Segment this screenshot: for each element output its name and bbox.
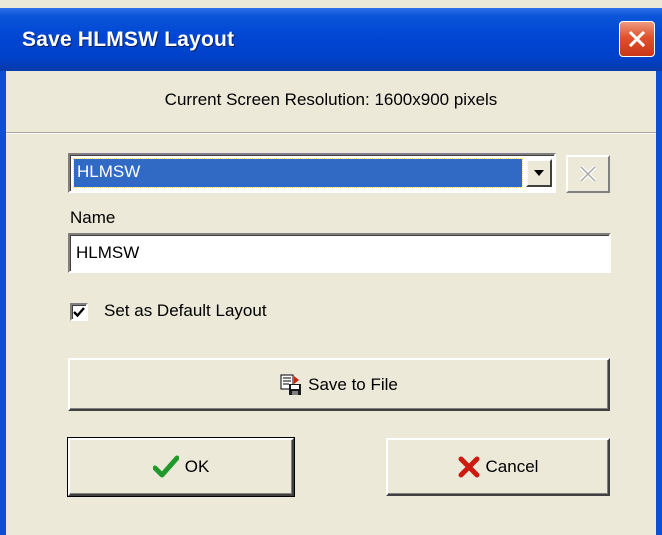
delete-icon — [579, 165, 597, 183]
name-input[interactable] — [68, 233, 611, 273]
default-layout-label[interactable]: Set as Default Layout — [104, 301, 267, 321]
red-x-icon — [458, 456, 480, 478]
ok-button[interactable]: OK — [67, 437, 295, 497]
save-to-file-label: Save to File — [308, 374, 398, 394]
name-label: Name — [70, 208, 116, 227]
layout-select-selection: HLMSW — [73, 158, 523, 188]
window-right-border — [656, 71, 662, 535]
window-left-border — [0, 71, 6, 535]
layout-select[interactable]: HLMSW — [68, 153, 556, 193]
layout-select-value: HLMSW — [77, 162, 141, 181]
checkmark-icon — [73, 307, 85, 318]
top-separator — [6, 132, 656, 134]
title-bar[interactable]: Save HLMSW Layout — [0, 8, 662, 71]
close-button[interactable] — [619, 21, 655, 57]
window-title: Save HLMSW Layout — [22, 28, 235, 51]
cancel-label: Cancel — [485, 457, 539, 476]
layout-select-dropdown-button[interactable] — [526, 159, 552, 187]
save-to-file-button[interactable]: Save to File — [68, 358, 610, 411]
green-check-icon — [152, 455, 179, 478]
delete-layout-button[interactable] — [566, 155, 610, 193]
chevron-down-icon — [534, 170, 544, 176]
save-layout-dialog: Save HLMSW Layout Current Screen Resolut… — [0, 0, 662, 535]
save-file-icon — [280, 374, 302, 395]
screen-resolution-label: Current Screen Resolution: 1600x900 pixe… — [164, 90, 498, 109]
cancel-button[interactable]: Cancel — [386, 438, 610, 496]
default-layout-checkbox[interactable] — [70, 303, 88, 321]
close-icon — [628, 30, 646, 48]
ok-label: OK — [184, 457, 210, 476]
